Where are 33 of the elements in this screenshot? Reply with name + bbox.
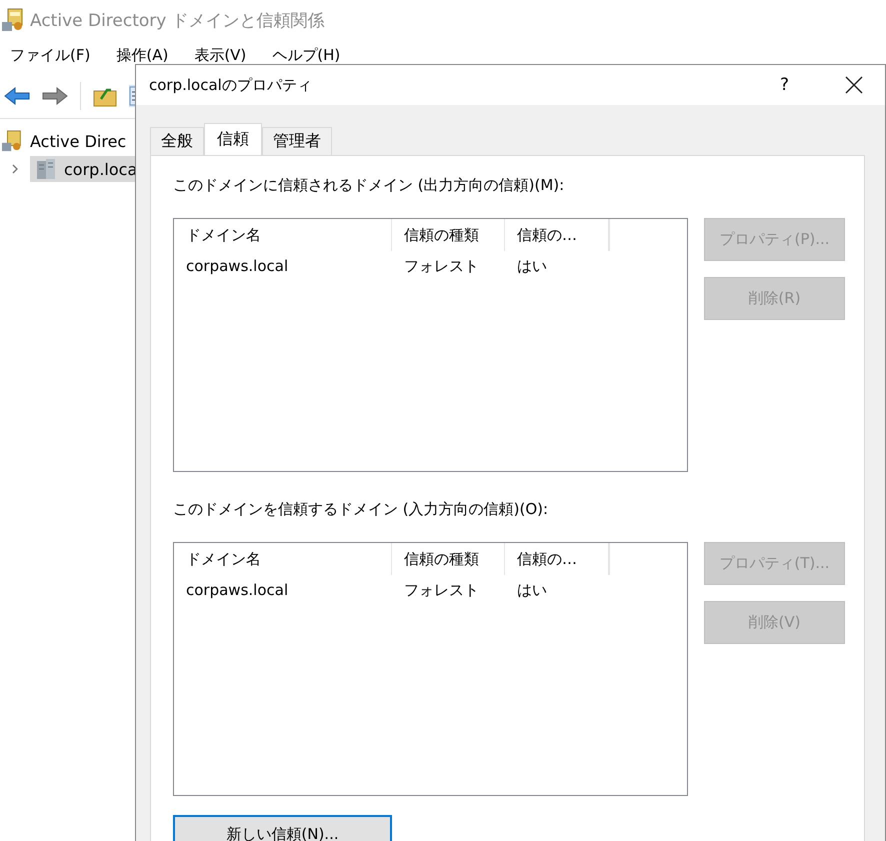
tab[interactable]: 信頼	[204, 123, 262, 155]
dialog-title: corp.localのプロパティ	[149, 76, 313, 94]
table-cell-text: フォレスト	[403, 580, 480, 600]
column-header[interactable]: ドメイン名	[174, 219, 392, 251]
column-header[interactable]: 信頼の…	[505, 543, 609, 575]
tree-item[interactable]: Active Direc	[30, 132, 126, 150]
table-cell-text: はい	[516, 580, 548, 600]
section-label: このドメインを信頼するドメイン (入力方向の信頼)(O):	[173, 500, 550, 520]
menu-item[interactable]: ファイル(F)	[10, 46, 90, 64]
forward-arrow-icon[interactable]	[42, 86, 68, 106]
domains-root-icon	[2, 130, 24, 152]
column-header[interactable]: 信頼の種類	[392, 543, 505, 575]
menu-item[interactable]: 操作(A)	[116, 46, 168, 64]
domain-server-icon	[34, 157, 58, 181]
section-label: このドメインに信頼されるドメイン (出力方向の信頼)(M):	[173, 176, 566, 196]
trust-list[interactable]: ドメイン名 信頼の種類 信頼の… corpaws.local フォレスト はい	[173, 542, 688, 796]
table-cell-text: はい	[516, 256, 548, 276]
menu-item[interactable]: ヘルプ(H)	[272, 46, 340, 64]
window-title: Active Directory ドメインと信頼関係	[30, 10, 325, 32]
menu-item[interactable]: 表示(V)	[194, 46, 246, 64]
column-header[interactable]: ドメイン名	[174, 543, 392, 575]
column-header[interactable]: 信頼の種類	[392, 219, 505, 251]
tab[interactable]: 管理者	[262, 127, 332, 155]
table-cell-text: フォレスト	[403, 256, 480, 276]
tab[interactable]: 全般	[150, 127, 204, 155]
help-button[interactable]: ?	[780, 75, 789, 95]
table-cell-text: corpaws.local	[185, 257, 290, 275]
back-arrow-icon[interactable]	[4, 86, 30, 106]
table-cell-text: corpaws.local	[185, 581, 290, 599]
trust-list[interactable]: ドメイン名 信頼の種類 信頼の… corpaws.local フォレスト はい	[173, 218, 688, 472]
chevron-right-icon[interactable]	[10, 164, 20, 174]
close-button[interactable]	[845, 76, 863, 94]
column-header[interactable]: 信頼の…	[505, 219, 609, 251]
